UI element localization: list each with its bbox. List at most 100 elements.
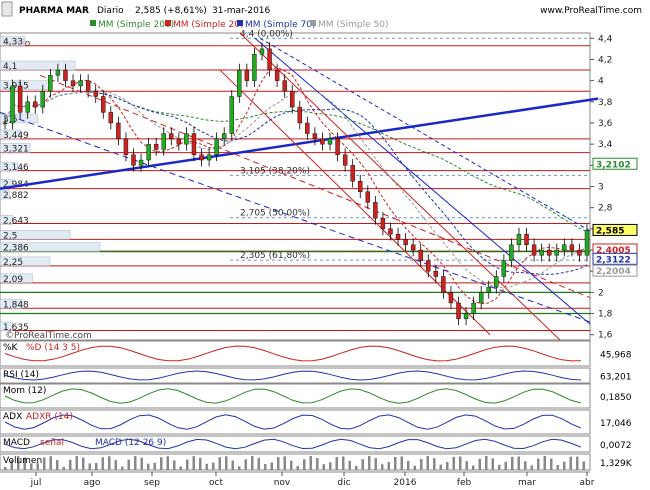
candle-body xyxy=(418,249,423,261)
candle-body xyxy=(282,80,287,92)
candle-body xyxy=(388,228,393,235)
fibonacci-label: 3,105 (38,20%) xyxy=(240,166,310,176)
volume-bar xyxy=(426,456,429,470)
volume-bar xyxy=(88,463,91,470)
volume-profile-label: 2,643 xyxy=(3,216,29,226)
candle-body xyxy=(237,69,242,97)
volume-bar xyxy=(309,456,312,470)
volume-bar xyxy=(368,456,371,470)
volume-profile-label: 2,09 xyxy=(3,275,23,285)
candle-body xyxy=(478,292,484,304)
candle-body xyxy=(161,133,166,150)
candle-body xyxy=(244,69,250,81)
indicator-value: 0,1850 xyxy=(600,393,632,403)
x-tick-label: jul xyxy=(30,478,42,488)
volume-bar xyxy=(478,458,481,470)
candle-body xyxy=(274,69,280,81)
volume-bar xyxy=(212,462,215,470)
volume-bar xyxy=(485,456,488,470)
volume-bar xyxy=(335,456,338,470)
fibonacci-label: 4,4 (0,00%) xyxy=(240,29,293,39)
x-axis: jul ago sep oct nov dic 2016 feb mar abr xyxy=(0,471,595,488)
candle-body xyxy=(116,122,121,140)
chart-header: PHARMA MAR Diario 2,585 (+8,61%) 31-mar-… xyxy=(1,1,642,17)
candle-body xyxy=(448,292,454,304)
volume-bar xyxy=(186,459,189,470)
y-tick-label: 3,8 xyxy=(598,98,613,108)
indicator-panels: %K %D (14 3 5) 45,968 RSI (14) 63,201 Mom (12… xyxy=(0,340,644,471)
indicator-sublabel: MACD (12 26 9) xyxy=(95,438,166,448)
date-label: 31-mar-2016 xyxy=(212,6,271,16)
y-tick-label: 1,6 xyxy=(598,331,613,341)
y-tick-label: 4,4 xyxy=(598,34,613,44)
candle-body xyxy=(131,154,136,166)
candle-body xyxy=(577,249,582,256)
candle-body xyxy=(229,96,234,134)
volume-bar xyxy=(498,464,501,470)
candle-body xyxy=(509,244,514,261)
legend-swatch xyxy=(237,20,243,26)
volume-bar xyxy=(582,461,585,470)
candle-body xyxy=(395,233,401,240)
volume-bar xyxy=(56,460,59,470)
volume-bar xyxy=(257,457,260,470)
candle-body xyxy=(146,143,151,161)
volume-bar xyxy=(459,456,462,470)
volume-bar xyxy=(433,458,436,470)
price-tag: 2,585 xyxy=(596,226,624,236)
volume-bar xyxy=(218,457,221,470)
candle-body xyxy=(290,91,295,108)
volume-bar xyxy=(140,457,143,470)
legend-item: MM (Simple 20) xyxy=(173,20,243,30)
volume-bar xyxy=(153,462,156,470)
legend-item: MM (Simple 200) xyxy=(98,20,174,30)
volume-bar xyxy=(101,457,104,470)
candle-body xyxy=(305,122,310,134)
volume-profile-label: 2,386 xyxy=(3,243,29,253)
y-tick-label: 1,8 xyxy=(598,310,613,320)
x-tick-label: 2016 xyxy=(394,478,417,488)
candle-body xyxy=(101,96,106,113)
candle-body xyxy=(191,133,197,155)
volume-bar xyxy=(108,456,111,470)
indicator-sublabel: ADXR (14) xyxy=(26,412,73,422)
candle-body xyxy=(267,48,272,71)
candle-body xyxy=(365,191,371,203)
site-label: www.ProRealTime.com xyxy=(540,6,642,16)
volume-bar xyxy=(550,458,553,470)
volume-bar xyxy=(296,466,299,470)
menu-icon[interactable] xyxy=(1,1,13,17)
indicator-name: Volumen xyxy=(3,456,42,466)
candle-body xyxy=(206,154,212,161)
volume-bar xyxy=(400,456,403,470)
volume-bar xyxy=(121,466,124,470)
volume-bar xyxy=(563,461,566,470)
candle-body xyxy=(516,233,522,245)
y-tick-label: 4 xyxy=(598,77,604,87)
volume-bar xyxy=(517,456,520,470)
volume-bar xyxy=(244,459,247,470)
volume-bar xyxy=(166,456,169,470)
candle-body xyxy=(252,53,257,81)
candle-body xyxy=(486,286,491,293)
x-tick-label: sep xyxy=(144,478,160,488)
volume-bar xyxy=(199,457,202,470)
candle-body xyxy=(463,313,469,320)
volume-bar xyxy=(361,459,364,470)
candle-body xyxy=(403,239,408,245)
indicator-value: 63,201 xyxy=(600,373,632,383)
candle-body xyxy=(547,249,552,256)
candle-body xyxy=(380,218,386,230)
legend-swatch xyxy=(165,20,171,26)
candle-body xyxy=(539,249,544,256)
volume-bar xyxy=(69,459,72,470)
legend-item: MM (Simple 50) xyxy=(318,20,388,30)
indicator-panel xyxy=(0,409,591,435)
volume-bar xyxy=(491,458,494,470)
candle-body xyxy=(55,69,61,76)
volume-bar xyxy=(127,459,130,470)
candle-body xyxy=(33,101,38,108)
volume-bar xyxy=(420,458,423,470)
volume-bar xyxy=(82,457,85,470)
candle-body xyxy=(63,69,68,81)
